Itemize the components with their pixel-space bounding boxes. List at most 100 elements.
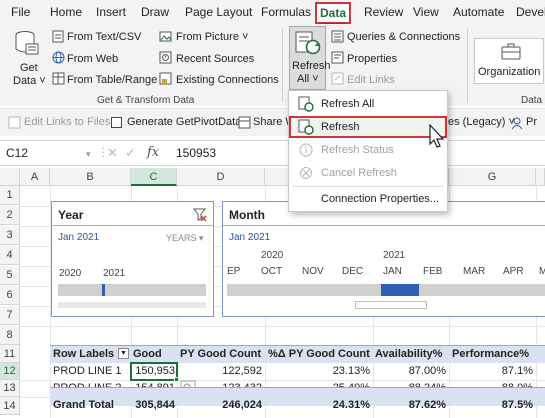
select-all-corner[interactable]: [0, 168, 20, 186]
row-header-13[interactable]: 13: [0, 380, 20, 397]
row-header-5[interactable]: 5: [0, 266, 20, 285]
menu-bar: File Home Insert Draw Page Layout Formul…: [0, 0, 545, 25]
tab-view[interactable]: View: [413, 5, 439, 19]
edit-links-icon: [331, 72, 344, 85]
worksheet-grid[interactable]: A B C D E F G 1 2 3 4 5 6 7 8 9 10 11 12…: [0, 168, 545, 418]
menu-item-cancel-refresh[interactable]: Cancel Refresh: [289, 162, 447, 184]
existing-connections-button[interactable]: Existing Connections: [176, 74, 279, 86]
tab-review[interactable]: Review: [364, 5, 403, 19]
row-header-7[interactable]: 7: [0, 306, 20, 325]
column-header-c[interactable]: C: [131, 168, 177, 186]
name-box[interactable]: C12: [2, 144, 80, 163]
tab-file[interactable]: File: [11, 5, 30, 19]
tab-page-layout[interactable]: Page Layout: [185, 5, 252, 19]
database-icon: [15, 31, 39, 55]
refresh-all-label-2: All ˅: [297, 73, 319, 85]
pivot-total-cell[interactable]: 87.5%: [449, 399, 533, 411]
formula-input[interactable]: 150953: [176, 146, 216, 160]
refresh-all-button[interactable]: Refresh All ˅: [289, 26, 331, 90]
month-label: FEB: [423, 266, 443, 277]
pivot-cell[interactable]: 122,592: [177, 365, 262, 377]
column-header-d[interactable]: D: [177, 168, 265, 186]
from-table-range-button[interactable]: From Table/Range: [67, 74, 157, 86]
pivot-cell[interactable]: 87.00%: [373, 365, 446, 377]
month-slicer-scrollbar-thumb[interactable]: [355, 301, 427, 309]
menu-item-refresh-all[interactable]: Refresh All: [289, 93, 447, 115]
pivot-cell[interactable]: 23.13%: [265, 365, 370, 377]
organization-data-type-button[interactable]: Organization: [474, 38, 544, 84]
tab-developer[interactable]: Devel: [516, 5, 545, 19]
pivot-grand-total-label: Grand Total: [53, 399, 114, 411]
row-header-8[interactable]: 8: [0, 326, 20, 345]
refresh-all-icon: [295, 31, 321, 55]
row-header-4[interactable]: 4: [0, 246, 20, 265]
year-timeline-slicer[interactable]: Year Jan 2021 YEARS ▾ 2020 2021: [51, 201, 214, 317]
edit-links-to-files-button[interactable]: Edit Links to Files: [24, 116, 110, 128]
pivot-total-cell[interactable]: 246,024: [177, 399, 262, 411]
profile-button[interactable]: Pr: [526, 116, 537, 128]
insert-function-button[interactable]: fx: [147, 145, 159, 160]
menu-item-refresh[interactable]: Refresh: [289, 116, 447, 138]
pivot-total-cell[interactable]: 24.31%: [265, 399, 370, 411]
pivot-header-performance: Performance%: [452, 348, 530, 360]
ribbon-separator: [282, 28, 283, 102]
tab-formulas[interactable]: Formulas: [261, 5, 311, 19]
from-web-button[interactable]: From Web: [67, 53, 118, 65]
year-timeline-selection[interactable]: [102, 284, 105, 296]
table-icon: [52, 72, 65, 85]
recent-sources-button[interactable]: Recent Sources: [176, 53, 254, 65]
year-timeline-bar[interactable]: [58, 284, 206, 296]
tab-draw[interactable]: Draw: [141, 5, 169, 19]
tab-automate[interactable]: Automate: [453, 5, 504, 19]
menu-item-connection-properties[interactable]: Connection Properties...: [289, 188, 447, 210]
month-timeline-selection[interactable]: [381, 284, 419, 296]
row-labels-filter-dropdown[interactable]: ▼: [118, 348, 129, 359]
month-label: JAN: [383, 266, 402, 277]
edit-links-button[interactable]: Edit Links: [347, 74, 395, 86]
generate-getpivotdata-checkbox[interactable]: [111, 117, 122, 128]
ribbon: Get Data ˅ From Text/CSV From Web From T…: [0, 24, 545, 106]
column-header-b[interactable]: B: [50, 168, 131, 186]
get-data-label-2: Data ˅: [13, 75, 46, 87]
pivot-total-cell[interactable]: 305,844: [131, 399, 175, 411]
ribbon-separator: [467, 28, 468, 102]
name-box-dropdown-icon[interactable]: ▾: [86, 149, 91, 160]
from-text-csv-button[interactable]: From Text/CSV: [67, 31, 141, 43]
queries-connections-button[interactable]: Queries & Connections: [347, 31, 460, 43]
tab-home[interactable]: Home: [50, 5, 82, 19]
clear-filter-icon[interactable]: [193, 208, 207, 221]
row-header-2[interactable]: 2: [0, 206, 20, 225]
refresh-all-icon: [298, 96, 314, 112]
row-header-6[interactable]: 6: [0, 286, 20, 305]
year-slicer-scrollbar[interactable]: [58, 302, 206, 308]
pivot-total-cell[interactable]: 87.62%: [373, 399, 446, 411]
tab-data[interactable]: Data: [315, 2, 352, 25]
month-timeline-slicer[interactable]: Month Jan 2021 2020 2021 EP OCT NOV DEC …: [222, 201, 545, 317]
pivot-header-py-good-count: PY Good Count: [180, 348, 262, 360]
row-header-11[interactable]: 11: [0, 345, 20, 363]
column-header-a[interactable]: A: [20, 168, 50, 186]
get-data-button[interactable]: Get Data ˅: [8, 28, 46, 90]
year-slicer-unit-dropdown[interactable]: YEARS ▾: [166, 233, 204, 244]
menu-item-refresh-status[interactable]: Refresh Status: [289, 139, 447, 161]
row-header-1[interactable]: 1: [0, 186, 20, 205]
row-header-14[interactable]: 14: [0, 397, 20, 415]
formula-bar: C12 ▾ ⋮ ✕ ✓ fx 150953: [0, 140, 545, 166]
cancel-formula-icon[interactable]: ✕: [107, 145, 118, 161]
year-label-2021: 2021: [103, 268, 126, 279]
properties-button[interactable]: Properties: [347, 53, 397, 65]
from-picture-button[interactable]: From Picture ˅: [176, 31, 248, 43]
column-header-g[interactable]: G: [449, 168, 536, 186]
globe-icon: [52, 51, 65, 64]
pivot-cell[interactable]: 87.1%: [449, 365, 533, 377]
legacy-wizards-button[interactable]: es (Legacy) ˅: [448, 116, 515, 128]
month-label: MAR: [463, 266, 486, 277]
slicer-divider: [223, 225, 545, 226]
tab-insert[interactable]: Insert: [96, 5, 126, 19]
pivot-cell[interactable]: 150,953: [131, 365, 175, 377]
row-header-3[interactable]: 3: [0, 226, 20, 245]
refresh-icon: [298, 119, 314, 135]
confirm-formula-icon[interactable]: ✓: [125, 145, 136, 161]
column-header-h[interactable]: [536, 168, 545, 186]
row-header-12[interactable]: 12: [0, 363, 20, 380]
